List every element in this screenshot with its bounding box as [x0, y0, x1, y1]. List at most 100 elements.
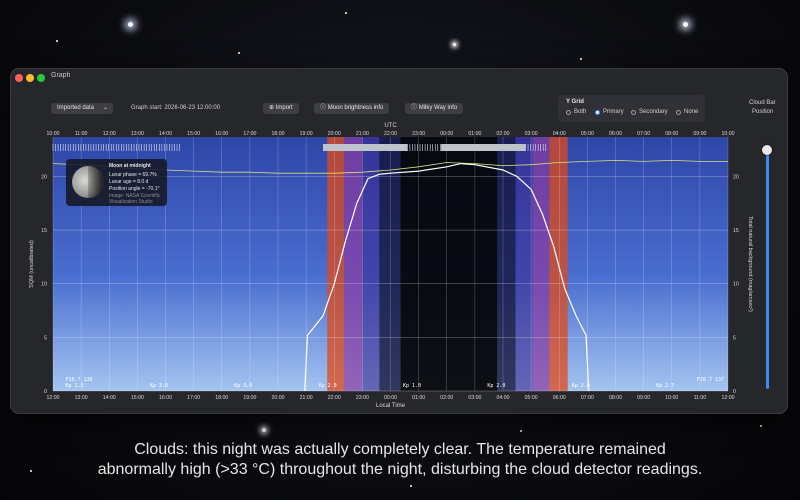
- local-tick-label: 10:00: [665, 395, 678, 401]
- utc-tick-label: 11:00: [75, 131, 88, 137]
- space-weather-annotation: Kp 1.0: [403, 383, 421, 389]
- star: [238, 52, 240, 54]
- twilight-band: [327, 137, 345, 391]
- star: [128, 22, 133, 27]
- utc-tick-label: 23:00: [412, 131, 425, 137]
- y-tick-label: 0: [44, 389, 47, 395]
- y-tick-label: 20: [41, 174, 47, 180]
- tooltip-phase: Lunar phase = 69.7%: [109, 172, 157, 178]
- utc-tick-label: 05:00: [581, 131, 594, 137]
- local-tick-label: 12:00: [722, 395, 735, 401]
- space-weather-annotation: Kp 2.0: [572, 383, 590, 389]
- tooltip-age: Lunar age = 8.0 d: [109, 179, 149, 185]
- utc-tick-label: 13:00: [131, 131, 144, 137]
- local-tick-label: 06:00: [553, 395, 566, 401]
- local-tick-label: 09:00: [637, 395, 650, 401]
- utc-tick-label: 04:00: [553, 131, 566, 137]
- star: [520, 430, 522, 432]
- utc-tick-label: 14:00: [159, 131, 172, 137]
- utc-tick-label: 02:00: [497, 131, 510, 137]
- utc-tick-label: 01:00: [468, 131, 481, 137]
- local-tick-label: 12:00: [47, 395, 60, 401]
- y2-axis-label: Total natural background (mag/arcsec²): [747, 216, 753, 312]
- local-tick-label: 15:00: [131, 395, 144, 401]
- utc-tick-label: 19:00: [300, 131, 313, 137]
- local-tick-label: 18:00: [215, 395, 228, 401]
- space-weather-annotation: Kp 3.0: [234, 383, 252, 389]
- space-weather-annotation: Kp 1.3: [65, 383, 83, 389]
- twilight-band: [515, 137, 533, 391]
- star: [580, 58, 582, 60]
- local-tick-label: 01:00: [412, 395, 425, 401]
- bottom-axis-label: Local Time: [376, 403, 406, 409]
- star: [262, 428, 266, 432]
- tooltip-angle: Position angle = -70.1°: [109, 186, 160, 192]
- twilight-band: [379, 137, 401, 391]
- utc-tick-label: 12:00: [103, 131, 116, 137]
- local-tick-label: 13:00: [75, 395, 88, 401]
- local-tick-label: 07:00: [581, 395, 594, 401]
- local-tick-label: 02:00: [440, 395, 453, 401]
- local-tick-label: 05:00: [525, 395, 538, 401]
- utc-tick-label: 16:00: [215, 131, 228, 137]
- caption-line-1: Clouds: this night was actually complete…: [134, 441, 666, 458]
- y2-tick-label: 0: [733, 389, 736, 395]
- local-tick-label: 03:00: [468, 395, 481, 401]
- top-axis-label: UTC: [384, 123, 397, 129]
- y-tick-label: 15: [41, 228, 47, 234]
- tooltip-title: Moon at midnight: [109, 163, 151, 169]
- y2-tick-label: 5: [733, 335, 736, 341]
- local-tick-label: 08:00: [609, 395, 622, 401]
- utc-tick-label: 17:00: [243, 131, 256, 137]
- twilight-band: [344, 137, 363, 391]
- utc-tick-label: 09:00: [693, 131, 706, 137]
- space-weather-annotation: Kp 2.0: [487, 383, 505, 389]
- cloud-strip-solid: [441, 144, 526, 151]
- tooltip-credit-2: Visualization Studio: [109, 199, 153, 205]
- space-weather-annotation: Kp 3.0: [150, 383, 168, 389]
- star: [56, 40, 58, 42]
- utc-tick-label: 10:00: [47, 131, 60, 137]
- star: [410, 485, 412, 487]
- utc-tick-label: 03:00: [525, 131, 538, 137]
- space-weather-annotation: F10.7 137: [697, 377, 724, 383]
- utc-tick-label: 06:00: [609, 131, 622, 137]
- y-axis-label: SQM (uncalibrated): [29, 240, 35, 288]
- local-tick-label: 20:00: [272, 395, 285, 401]
- caption: Clouds: this night was actually complete…: [0, 440, 800, 480]
- local-tick-label: 17:00: [187, 395, 200, 401]
- utc-tick-label: 07:00: [637, 131, 650, 137]
- local-tick-label: 22:00: [328, 395, 341, 401]
- y-tick-label: 10: [41, 282, 47, 288]
- twilight-band: [400, 137, 498, 391]
- graph-window: Graph Imported data ⌄ Graph start: 2026-…: [10, 68, 788, 414]
- local-tick-label: 14:00: [103, 395, 116, 401]
- y2-tick-label: 15: [733, 228, 739, 234]
- utc-tick-label: 21:00: [356, 131, 369, 137]
- local-tick-label: 23:00: [356, 395, 369, 401]
- star: [760, 425, 762, 427]
- utc-tick-label: 22:00: [384, 131, 397, 137]
- star: [345, 12, 347, 14]
- utc-tick-label: 00:00: [440, 131, 453, 137]
- local-tick-label: 00:00: [384, 395, 397, 401]
- space-weather-annotation: Kp 2.7: [656, 383, 674, 389]
- local-tick-label: 04:00: [497, 395, 510, 401]
- star: [453, 43, 456, 46]
- sqm-chart: UTC 10:00 11:00 12:00 13:00 14:00 15:00 16:00 17…: [29, 123, 753, 409]
- y2-tick-label: 20: [733, 174, 739, 180]
- moon-shadow: [88, 166, 104, 198]
- local-tick-label: 16:00: [159, 395, 172, 401]
- twilight-band: [532, 137, 550, 391]
- utc-tick-label: 15:00: [187, 131, 200, 137]
- utc-tick-label: 10:00: [722, 131, 735, 137]
- utc-tick-label: 18:00: [272, 131, 285, 137]
- moon-tooltip: Moon at midnight Lunar phase = 69.7% Lun…: [66, 159, 167, 206]
- cloud-strip-solid: [323, 144, 408, 151]
- caption-line-2: abnormally high (>33 °C) throughout the …: [97, 461, 703, 478]
- local-tick-label: 19:00: [243, 395, 256, 401]
- y-tick-label: 5: [44, 335, 47, 341]
- star: [683, 22, 688, 27]
- y2-tick-label: 10: [733, 282, 739, 288]
- local-tick-label: 21:00: [300, 395, 313, 401]
